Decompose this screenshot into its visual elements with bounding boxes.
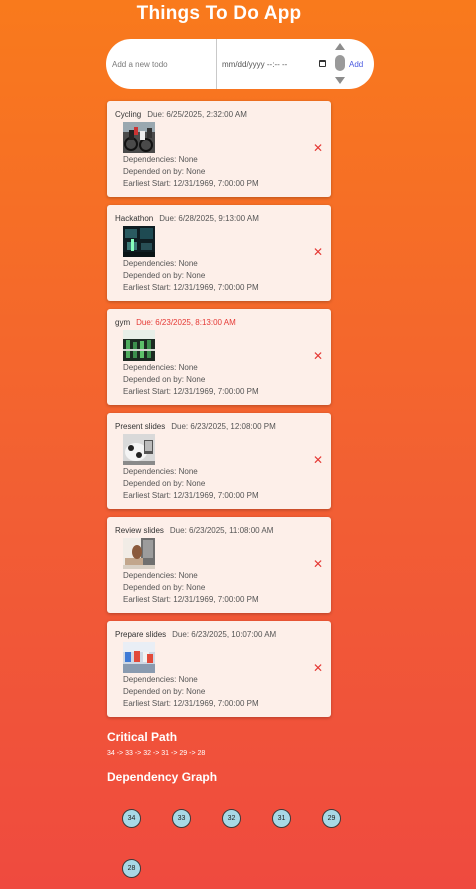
critical-path-sequence: 34 -> 33 -> 32 -> 31 -> 29 -> 28	[107, 750, 206, 757]
app-title: Things To Do App	[136, 3, 302, 24]
todo-details: Dependencies: None Depended on by: None …	[123, 674, 259, 710]
todo-details: Dependencies: None Depended on by: None …	[123, 154, 259, 190]
calendar-icon[interactable]	[319, 60, 326, 67]
delete-todo-button[interactable]: ✕	[312, 661, 324, 675]
todo-details: Dependencies: None Depended on by: None …	[123, 258, 259, 294]
todo-details: Dependencies: None Depended on by: None …	[123, 466, 259, 502]
add-button[interactable]: Add	[349, 56, 373, 72]
delete-todo-button[interactable]: ✕	[312, 141, 324, 155]
form-scrollbar[interactable]	[333, 42, 347, 86]
delete-todo-button[interactable]: ✕	[312, 245, 324, 259]
critical-path-title: Critical Path	[107, 730, 178, 744]
graph-node[interactable]: 33	[172, 809, 191, 828]
scroll-down-arrow-icon[interactable]	[335, 77, 345, 84]
todo-card: Prepare slides Due: 6/23/2025, 10:07:00 A…	[107, 621, 331, 717]
delete-todo-button[interactable]: ✕	[312, 349, 324, 363]
dependency-graph-title: Dependency Graph	[107, 770, 218, 784]
todo-header: Hackathon Due: 6/28/2025, 9:13:00 AM	[115, 214, 259, 223]
todo-card: Cycling Due: 6/25/2025, 2:32:00 AM Depend…	[107, 101, 331, 197]
todo-depended-on-by: Depended on by: None	[123, 167, 206, 176]
todo-name: Review slides	[115, 526, 164, 535]
todo-earliest-start: Earliest Start: 12/31/1969, 7:00:00 PM	[123, 699, 259, 708]
graph-node[interactable]: 31	[272, 809, 291, 828]
todo-card: Review slides Due: 6/23/2025, 11:08:00 AM…	[107, 517, 331, 613]
delete-todo-button[interactable]: ✕	[312, 557, 324, 571]
graph-node[interactable]: 32	[222, 809, 241, 828]
todo-due-date: Due: 6/23/2025, 12:08:00 PM	[171, 422, 276, 431]
graph-node[interactable]: 34	[122, 809, 141, 828]
todo-image	[123, 538, 155, 569]
input-divider	[216, 39, 217, 89]
todo-depended-on-by: Depended on by: None	[123, 583, 206, 592]
add-todo-form: mm/dd/yyyy --:-- -- Add	[106, 39, 374, 89]
todo-name: gym	[115, 318, 131, 327]
todo-image	[123, 122, 155, 153]
todo-dependencies: Dependencies: None	[123, 155, 198, 164]
todo-dependencies: Dependencies: None	[123, 675, 198, 684]
todo-header: Present slides Due: 6/23/2025, 12:08:00 P…	[115, 422, 276, 431]
todo-details: Dependencies: None Depended on by: None …	[123, 570, 259, 606]
todo-image	[123, 434, 155, 465]
todo-image	[123, 226, 155, 257]
todo-name: Prepare slides	[115, 630, 167, 639]
todo-header: Cycling Due: 6/25/2025, 2:32:00 AM	[115, 110, 247, 119]
todo-depended-on-by: Depended on by: None	[123, 271, 206, 280]
todo-details: Dependencies: None Depended on by: None …	[123, 362, 259, 398]
todo-earliest-start: Earliest Start: 12/31/1969, 7:00:00 PM	[123, 491, 259, 500]
todo-header: Prepare slides Due: 6/23/2025, 10:07:00 A…	[115, 630, 276, 639]
todo-header: Review slides Due: 6/23/2025, 11:08:00 AM	[115, 526, 273, 535]
todo-image	[123, 642, 155, 673]
todo-earliest-start: Earliest Start: 12/31/1969, 7:00:00 PM	[123, 595, 259, 604]
todo-card: gym Due: 6/23/2025, 8:13:00 AM Dependenci…	[107, 309, 331, 405]
todo-dependencies: Dependencies: None	[123, 363, 198, 372]
todo-header: gym Due: 6/23/2025, 8:13:00 AM	[115, 318, 236, 327]
todo-earliest-start: Earliest Start: 12/31/1969, 7:00:00 PM	[123, 283, 259, 292]
todo-dependencies: Dependencies: None	[123, 259, 198, 268]
todo-dependencies: Dependencies: None	[123, 571, 198, 580]
todo-due-date: Due: 6/23/2025, 10:07:00 AM	[172, 630, 277, 639]
todo-card: Present slides Due: 6/23/2025, 12:08:00 P…	[107, 413, 331, 509]
todo-due-date: Due: 6/25/2025, 2:32:00 AM	[147, 110, 247, 119]
todo-due-date: Due: 6/23/2025, 8:13:00 AM	[136, 318, 236, 327]
todo-name: Cycling	[115, 110, 142, 119]
todo-earliest-start: Earliest Start: 12/31/1969, 7:00:00 PM	[123, 387, 259, 396]
todo-name: Present slides	[115, 422, 166, 431]
todo-dependencies: Dependencies: None	[123, 467, 198, 476]
scroll-up-arrow-icon[interactable]	[335, 43, 345, 50]
todo-card: Hackathon Due: 6/28/2025, 9:13:00 AM Depe…	[107, 205, 331, 301]
todo-name: Hackathon	[115, 214, 154, 223]
todo-earliest-start: Earliest Start: 12/31/1969, 7:00:00 PM	[123, 179, 259, 188]
todo-due-date: Due: 6/28/2025, 9:13:00 AM	[159, 214, 259, 223]
delete-todo-button[interactable]: ✕	[312, 453, 324, 467]
due-date-input[interactable]: mm/dd/yyyy --:-- --	[222, 58, 334, 72]
todo-depended-on-by: Depended on by: None	[123, 479, 206, 488]
todo-depended-on-by: Depended on by: None	[123, 375, 206, 384]
graph-node[interactable]: 28	[122, 859, 141, 878]
todo-image	[123, 330, 155, 361]
todo-input[interactable]	[106, 39, 216, 89]
graph-node[interactable]: 29	[322, 809, 341, 828]
todo-depended-on-by: Depended on by: None	[123, 687, 206, 696]
scroll-thumb[interactable]	[335, 55, 345, 71]
todo-due-date: Due: 6/23/2025, 11:08:00 AM	[169, 526, 274, 535]
